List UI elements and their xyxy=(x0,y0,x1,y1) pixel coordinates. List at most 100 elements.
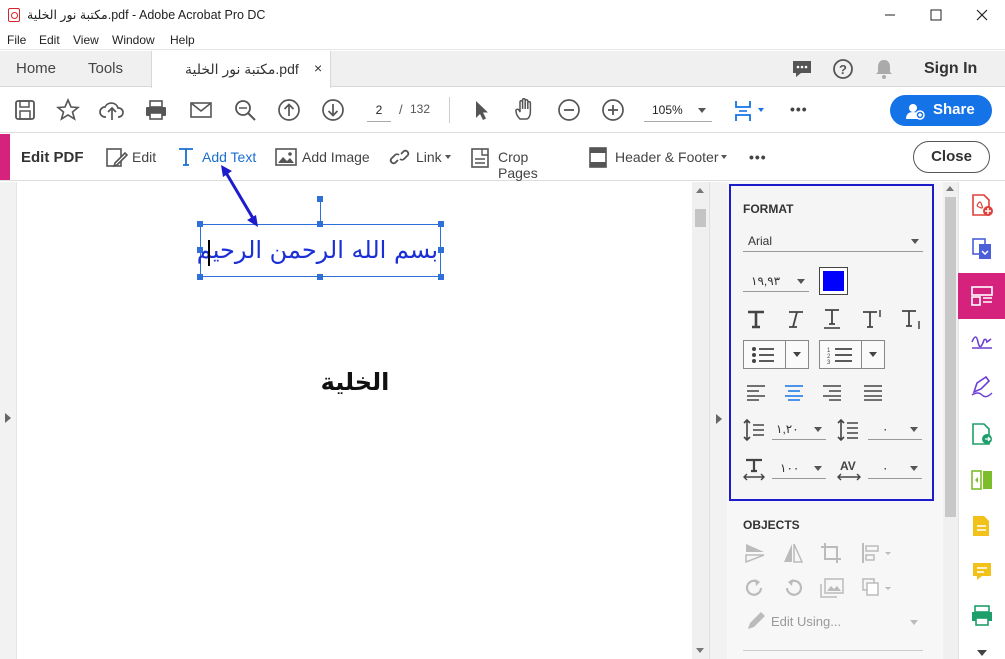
resize-handle[interactable] xyxy=(317,274,323,280)
zoom-in-button[interactable] xyxy=(600,97,626,123)
underline-button[interactable] xyxy=(819,306,845,332)
document-text-line[interactable]: بسم الله الرحمن الرحيم xyxy=(197,236,438,264)
arrange-objects-icon[interactable] xyxy=(860,576,894,600)
edit-pdf-tool-icon[interactable] xyxy=(970,284,994,308)
menu-help[interactable]: Help xyxy=(170,33,195,47)
document-heading[interactable]: الخلية xyxy=(300,368,410,396)
header-footer-button[interactable]: Header & Footer xyxy=(588,145,730,169)
bold-button[interactable] xyxy=(743,306,769,332)
edit-more-button[interactable]: ••• xyxy=(749,149,767,165)
close-edit-button[interactable]: Close xyxy=(913,141,990,173)
scrollbar-thumb[interactable] xyxy=(695,209,706,227)
page-layout-button[interactable] xyxy=(731,97,769,123)
sign-in-link[interactable]: Sign In xyxy=(924,60,977,78)
create-pdf-icon[interactable] xyxy=(970,193,994,217)
close-tab-icon[interactable]: × xyxy=(314,60,322,76)
font-size-select[interactable]: ١٩,٩٣ xyxy=(743,270,809,292)
panel-scrollbar[interactable] xyxy=(943,182,958,659)
line-spacing-select[interactable]: ١,٢٠ xyxy=(772,418,826,440)
notification-bell-icon[interactable] xyxy=(872,57,896,81)
crop-pages-button[interactable]: Crop Pages xyxy=(470,145,570,181)
subscript-button[interactable] xyxy=(899,306,925,332)
maximize-button[interactable] xyxy=(913,0,959,30)
scroll-up-icon[interactable] xyxy=(696,188,704,193)
flip-horizontal-icon[interactable] xyxy=(781,541,805,565)
zoom-out-button[interactable] xyxy=(556,97,582,123)
export-pdf-icon[interactable] xyxy=(970,422,994,446)
combine-files-icon[interactable] xyxy=(970,237,994,261)
chevron-down-icon[interactable] xyxy=(910,620,918,625)
right-panel-collapse-strip[interactable] xyxy=(709,182,727,659)
resize-handle[interactable] xyxy=(438,274,444,280)
rotate-handle[interactable] xyxy=(317,196,323,202)
email-button[interactable] xyxy=(188,97,214,123)
find-button[interactable] xyxy=(232,97,258,123)
scroll-up-icon[interactable] xyxy=(946,186,954,191)
zoom-level-select[interactable]: 105% xyxy=(644,98,712,122)
page-number-input[interactable]: 2 xyxy=(367,98,391,122)
comment-tool-icon[interactable] xyxy=(970,514,994,538)
character-spacing-select[interactable]: ٠ xyxy=(868,457,922,479)
organize-pages-icon[interactable] xyxy=(970,468,994,492)
print-button[interactable] xyxy=(143,97,169,123)
upload-button[interactable] xyxy=(99,97,125,123)
previous-page-button[interactable] xyxy=(276,97,302,123)
comment-bubble-icon[interactable] xyxy=(970,560,994,584)
rotate-ccw-icon[interactable] xyxy=(743,576,767,600)
save-button[interactable] xyxy=(12,97,38,123)
menu-file[interactable]: File xyxy=(7,33,26,47)
replace-image-icon[interactable] xyxy=(819,576,847,600)
comment-icon[interactable] xyxy=(790,57,814,81)
scroll-down-icon[interactable] xyxy=(696,648,704,653)
menu-window[interactable]: Window xyxy=(112,33,155,47)
menu-edit[interactable]: Edit xyxy=(39,33,60,47)
print-production-icon[interactable] xyxy=(970,604,994,628)
scrollbar-thumb[interactable] xyxy=(945,197,956,517)
add-image-button[interactable]: Add Image xyxy=(275,145,375,169)
paragraph-spacing-select[interactable]: ٠ xyxy=(868,418,922,440)
italic-button[interactable] xyxy=(781,306,807,332)
tab-tools[interactable]: Tools xyxy=(88,60,123,77)
select-tool-button[interactable] xyxy=(468,97,494,123)
font-family-select[interactable]: Arial xyxy=(743,230,923,252)
align-center-button[interactable] xyxy=(781,379,807,405)
fill-sign-icon[interactable] xyxy=(970,330,994,354)
justify-button[interactable] xyxy=(860,379,886,405)
align-objects-icon[interactable] xyxy=(860,541,894,565)
rotate-cw-icon[interactable] xyxy=(781,576,805,600)
edit-button[interactable]: Edit xyxy=(104,145,164,169)
flip-vertical-icon[interactable] xyxy=(743,541,767,565)
close-window-button[interactable] xyxy=(959,0,1005,30)
resize-handle[interactable] xyxy=(197,221,203,227)
document-scrollbar[interactable] xyxy=(692,182,709,659)
numbered-list-button[interactable]: 123 xyxy=(819,340,885,369)
chevron-down-icon[interactable] xyxy=(869,352,877,357)
next-page-button[interactable] xyxy=(320,97,346,123)
more-tools-button[interactable]: ••• xyxy=(790,101,808,117)
resize-handle[interactable] xyxy=(197,274,203,280)
horizontal-scaling-select[interactable]: ١٠٠ xyxy=(772,457,826,479)
tab-home[interactable]: Home xyxy=(16,60,56,77)
link-button[interactable]: Link xyxy=(388,145,456,169)
rail-more-chevron-icon[interactable] xyxy=(977,650,987,656)
chevron-down-icon[interactable] xyxy=(793,352,801,357)
crop-image-icon[interactable] xyxy=(819,541,843,565)
resize-handle[interactable] xyxy=(438,247,444,253)
menu-view[interactable]: View xyxy=(73,33,99,47)
tab-document[interactable]: مكتبة نور الخلية.pdf × xyxy=(151,51,331,88)
text-color-swatch[interactable] xyxy=(819,267,848,295)
share-button[interactable]: Share xyxy=(890,95,992,126)
signature-pen-icon[interactable] xyxy=(970,374,994,398)
minimize-button[interactable] xyxy=(867,0,913,30)
align-right-button[interactable] xyxy=(819,379,845,405)
superscript-button[interactable] xyxy=(860,306,886,332)
collapse-right-panel-icon xyxy=(716,414,722,424)
align-left-button[interactable] xyxy=(743,379,769,405)
resize-handle[interactable] xyxy=(438,221,444,227)
left-navigation-collapsed[interactable] xyxy=(0,182,17,659)
help-icon[interactable]: ? xyxy=(831,57,855,81)
bookmark-star-button[interactable] xyxy=(55,97,81,123)
bullet-list-button[interactable] xyxy=(743,340,809,369)
hand-tool-button[interactable] xyxy=(512,97,538,123)
edit-using-select[interactable]: Edit Using... xyxy=(771,614,841,629)
